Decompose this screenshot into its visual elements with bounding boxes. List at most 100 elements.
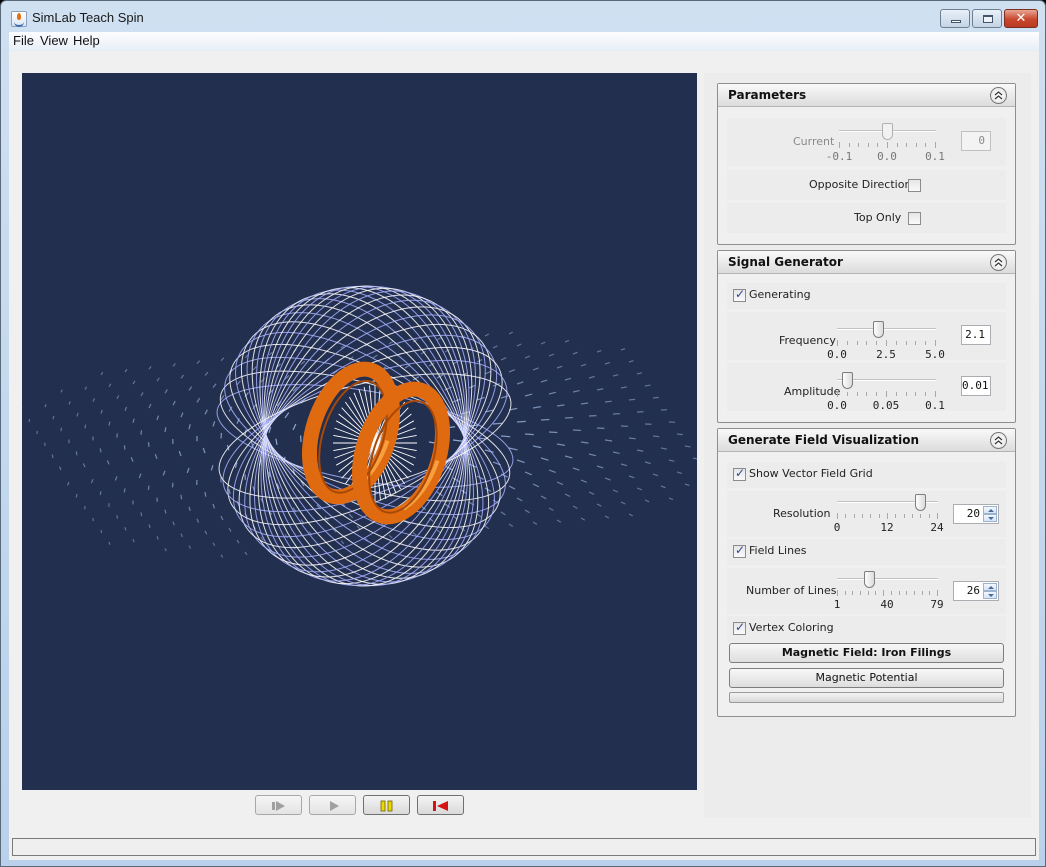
field-vector	[604, 400, 612, 403]
amplitude-value-field[interactable]: 0.01	[961, 376, 991, 396]
frequency-slider[interactable]: 0.0 2.5 5.0	[827, 321, 945, 361]
slider-track[interactable]	[837, 328, 936, 330]
current-slider[interactable]: -0.1 0.0 0.1	[826, 123, 945, 163]
field-vector	[75, 451, 78, 456]
number-of-lines-spinner[interactable]: 26	[953, 581, 999, 601]
play-button[interactable]	[309, 795, 356, 815]
slider-thumb[interactable]	[915, 494, 926, 511]
field-vector	[628, 398, 636, 401]
collapse-icon[interactable]	[990, 254, 1007, 271]
slider-track[interactable]	[837, 578, 938, 580]
field-vector	[292, 423, 297, 431]
field-vector	[84, 386, 88, 390]
signal-generator-panel-header[interactable]: Signal Generator	[718, 251, 1015, 274]
field-vector	[412, 531, 417, 536]
number-of-lines-slider[interactable]: 1 40 79	[834, 571, 944, 611]
slider-thumb[interactable]	[842, 372, 853, 389]
field-vector	[556, 519, 562, 523]
field-vector	[524, 471, 532, 476]
vertex-coloring-checkbox[interactable]	[733, 620, 746, 635]
frequency-value-field[interactable]: 2.1	[961, 325, 991, 345]
slider-tick	[925, 341, 926, 345]
field-vector	[604, 439, 613, 442]
field-visualization-panel: Generate Field Visualization Show Vector…	[717, 428, 1016, 717]
field-vector	[548, 469, 556, 474]
field-vector	[100, 371, 104, 376]
slider-thumb[interactable]	[873, 321, 884, 338]
field-vector	[268, 351, 273, 356]
field-vector	[106, 460, 110, 465]
slider-thumb[interactable]	[882, 123, 893, 140]
field-vector	[90, 478, 94, 484]
slider-tick-label: 0.1	[925, 150, 945, 163]
field-lines-checkbox[interactable]	[733, 543, 746, 558]
3d-viewport[interactable]	[22, 73, 697, 790]
magnetic-field-iron-filings-button[interactable]: Magnetic Field: Iron Filings	[729, 643, 1004, 663]
field-vector	[140, 512, 143, 517]
minimize-button[interactable]	[940, 9, 970, 28]
minimize-icon	[951, 20, 961, 23]
resolution-slider[interactable]: 0 12 24	[834, 494, 944, 534]
field-vector	[564, 493, 571, 498]
spinner-up-icon[interactable]	[983, 583, 997, 591]
slider-tick	[891, 591, 892, 595]
signal-generator-panel: Signal Generator Generating Frequency 0.…	[717, 250, 1016, 423]
field-vector	[156, 536, 159, 540]
field-vector	[108, 541, 111, 545]
maximize-button[interactable]	[972, 9, 1002, 28]
current-value-field[interactable]: 0	[961, 131, 991, 151]
spinner-down-icon[interactable]	[983, 514, 997, 522]
parameters-panel-header[interactable]: Parameters	[718, 84, 1015, 107]
title-bar[interactable]: SimLab Teach Spin ✕	[1, 1, 1045, 32]
reset-button[interactable]	[417, 795, 464, 815]
field-vector	[668, 497, 674, 501]
field-vector	[588, 453, 597, 457]
field-vector	[564, 339, 570, 343]
slider-tick	[899, 591, 900, 595]
field-vector	[532, 406, 541, 409]
slider-tick	[847, 341, 848, 345]
generating-checkbox[interactable]	[733, 287, 746, 302]
field-vector	[114, 476, 118, 481]
opposite-direction-label: Opposite Direction	[809, 178, 912, 191]
vector-grid-row: Show Vector Field Grid	[727, 462, 1006, 488]
collapse-icon[interactable]	[990, 87, 1007, 104]
field-vector	[516, 381, 524, 385]
field-vector	[644, 461, 651, 465]
menu-view[interactable]: View	[40, 33, 68, 48]
close-button[interactable]: ✕	[1004, 9, 1038, 28]
field-vector	[188, 424, 191, 430]
field-vector	[540, 457, 549, 461]
step-forward-button[interactable]	[255, 795, 302, 815]
generation-progress-bar	[729, 692, 1004, 703]
field-visualization-panel-title: Generate Field Visualization	[728, 433, 919, 447]
menu-help[interactable]: Help	[73, 33, 100, 48]
step-forward-icon	[272, 801, 285, 811]
pause-button[interactable]	[363, 795, 410, 815]
field-vector	[164, 427, 167, 433]
vertex-coloring-row: Vertex Coloring	[727, 616, 1006, 642]
opposite-direction-checkbox[interactable]	[908, 179, 921, 192]
field-vector	[620, 501, 626, 505]
field-vector	[252, 366, 257, 371]
show-vector-field-grid-checkbox[interactable]	[733, 466, 746, 481]
top-only-checkbox[interactable]	[908, 212, 921, 225]
slider-thumb[interactable]	[864, 571, 875, 588]
spinner-up-icon[interactable]	[983, 506, 997, 514]
resolution-value: 20	[966, 507, 980, 520]
menu-file[interactable]: File	[13, 33, 34, 48]
collapse-icon[interactable]	[990, 432, 1007, 449]
magnetic-potential-button[interactable]: Magnetic Potential	[729, 668, 1004, 688]
field-visualization-panel-header[interactable]: Generate Field Visualization	[718, 429, 1015, 452]
spinner-down-icon[interactable]	[983, 591, 997, 599]
slider-tick	[860, 591, 861, 595]
field-vector	[58, 466, 62, 471]
field-vector	[572, 351, 578, 355]
amplitude-slider[interactable]: 0.0 0.05 0.1	[827, 372, 945, 412]
resolution-spinner[interactable]: 20	[953, 504, 999, 524]
field-vector	[244, 551, 248, 556]
slider-tick	[925, 143, 926, 147]
field-vector	[228, 527, 232, 532]
slider-tick-label: 5.0	[925, 348, 945, 361]
field-vector	[556, 404, 565, 407]
